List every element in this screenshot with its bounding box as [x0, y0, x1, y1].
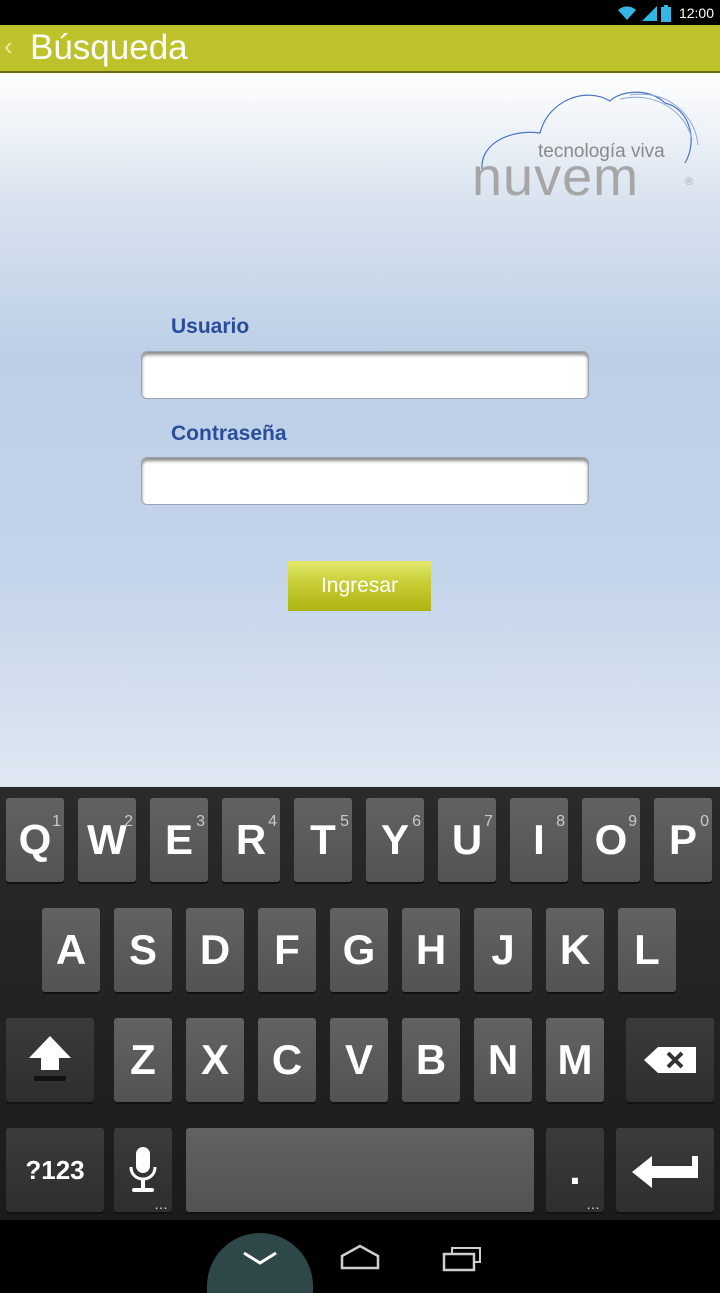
action-bar: ‹ Búsqueda	[0, 25, 720, 73]
key-c[interactable]: C	[258, 1018, 316, 1102]
username-field[interactable]	[141, 351, 589, 399]
key-d[interactable]: D	[186, 908, 244, 992]
wifi-icon	[617, 6, 636, 20]
password-label: Contraseña	[171, 422, 287, 445]
key-y[interactable]: Y6	[366, 798, 424, 882]
key-n[interactable]: N	[474, 1018, 532, 1102]
key-a[interactable]: A	[42, 908, 100, 992]
nuvem-logo: tecnología viva nuvem ®	[472, 91, 699, 201]
chevron-left-icon[interactable]: ‹	[4, 33, 13, 59]
soft-keyboard: Q1 W2 E3 R4 T5 Y6 U7 I8 O9 P0 A S D F G …	[0, 787, 720, 1220]
key-k[interactable]: K	[546, 908, 604, 992]
key-x[interactable]: X	[186, 1018, 244, 1102]
key-l[interactable]: L	[618, 908, 676, 992]
voice-input-key[interactable]: …	[114, 1128, 172, 1212]
logo-brand: nuvem	[472, 147, 639, 201]
shift-icon	[29, 1036, 71, 1081]
status-clock: 12:00	[678, 5, 714, 21]
hide-keyboard-button[interactable]	[207, 1233, 313, 1293]
enter-key[interactable]	[616, 1128, 714, 1212]
key-i[interactable]: I8	[510, 798, 568, 882]
password-field[interactable]	[141, 457, 589, 505]
shift-key[interactable]	[6, 1018, 94, 1102]
key-t[interactable]: T5	[294, 798, 352, 882]
symbols-key[interactable]: ?123	[6, 1128, 104, 1212]
period-key[interactable]: .…	[546, 1128, 604, 1212]
key-q[interactable]: Q1	[6, 798, 64, 882]
key-z[interactable]: Z	[114, 1018, 172, 1102]
login-button[interactable]: Ingresar	[288, 561, 431, 611]
key-u[interactable]: U7	[438, 798, 496, 882]
key-r[interactable]: R4	[222, 798, 280, 882]
key-s[interactable]: S	[114, 908, 172, 992]
username-label: Usuario	[171, 315, 250, 338]
key-j[interactable]: J	[474, 908, 532, 992]
key-b[interactable]: B	[402, 1018, 460, 1102]
page-title[interactable]: Búsqueda	[30, 29, 188, 67]
space-key[interactable]	[186, 1128, 534, 1212]
hide-keyboard-icon	[243, 1251, 277, 1265]
key-h[interactable]: H	[402, 908, 460, 992]
battery-icon	[660, 4, 671, 22]
login-content: tecnología viva nuvem ® Usuario Contrase…	[0, 73, 720, 787]
key-m[interactable]: M	[546, 1018, 604, 1102]
recent-apps-icon[interactable]	[442, 1246, 482, 1272]
key-p[interactable]: P0	[654, 798, 712, 882]
signal-icon	[641, 6, 657, 21]
key-e[interactable]: E3	[150, 798, 208, 882]
status-icons: 12:00	[617, 3, 714, 23]
key-w[interactable]: W2	[78, 798, 136, 882]
backspace-key[interactable]	[626, 1018, 714, 1102]
key-o[interactable]: O9	[582, 798, 640, 882]
key-g[interactable]: G	[330, 908, 388, 992]
key-f[interactable]: F	[258, 908, 316, 992]
svg-text:®: ®	[685, 176, 693, 188]
enter-icon	[632, 1156, 698, 1188]
status-bar: 12:00	[0, 0, 720, 25]
key-v[interactable]: V	[330, 1018, 388, 1102]
navigation-bar	[0, 1220, 720, 1293]
home-icon[interactable]	[340, 1244, 380, 1270]
backspace-icon	[644, 1047, 696, 1073]
